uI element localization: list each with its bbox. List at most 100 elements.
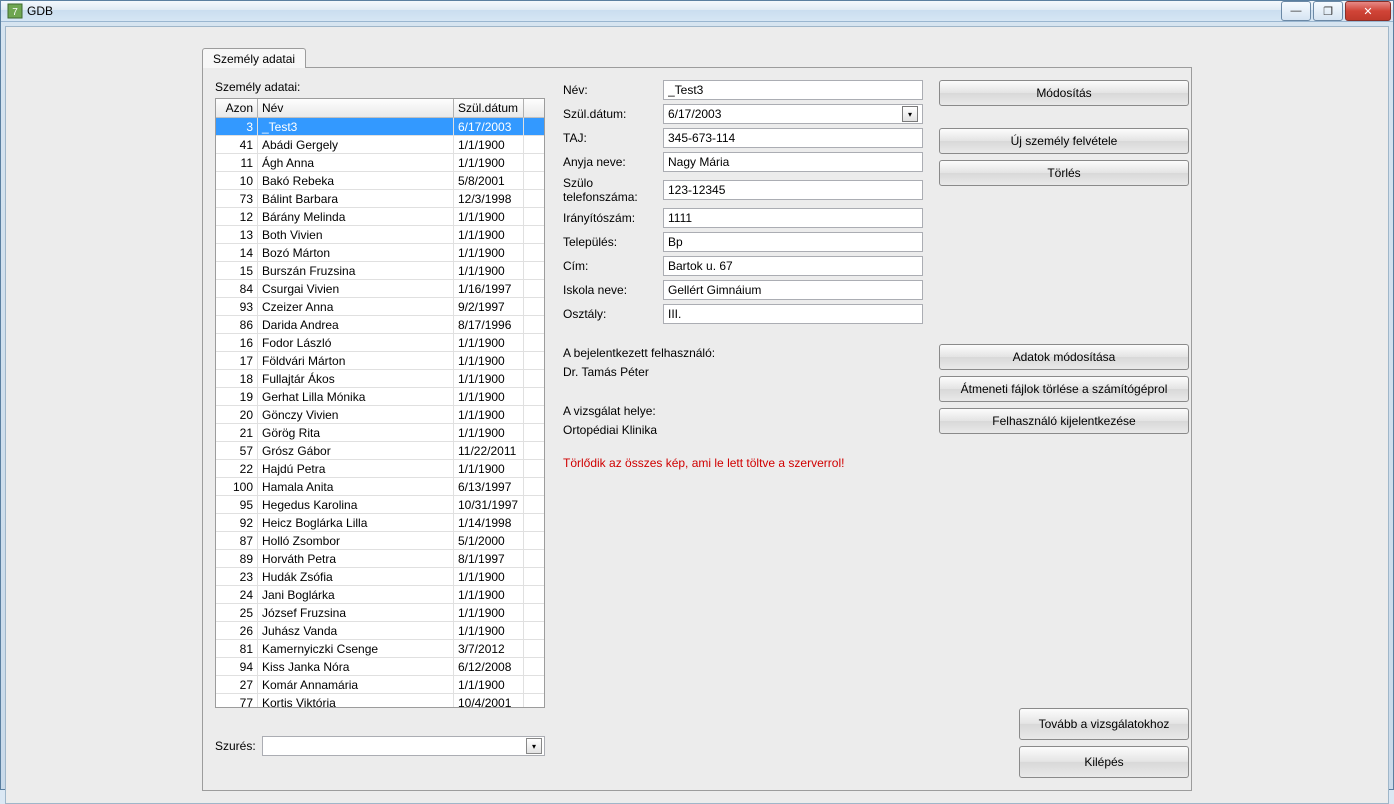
- cell-name: Fullajtár Ákos: [258, 370, 454, 388]
- table-row[interactable]: 11Ágh Anna1/1/1900: [216, 154, 544, 172]
- table-row[interactable]: 12Bárány Melinda1/1/1900: [216, 208, 544, 226]
- table-row[interactable]: 92Heicz Boglárka Lilla1/14/1998: [216, 514, 544, 532]
- input-szul[interactable]: 6/17/2003 ▾: [663, 104, 923, 124]
- table-row[interactable]: 81Kamernyiczki Csenge3/7/2012: [216, 640, 544, 658]
- cell-date: 1/1/1900: [454, 604, 524, 622]
- input-telep[interactable]: [663, 232, 923, 252]
- cell-name: Jani Boglárka: [258, 586, 454, 604]
- table-row[interactable]: 25József Fruzsina1/1/1900: [216, 604, 544, 622]
- cell-name: Földvári Márton: [258, 352, 454, 370]
- info-text: A bejelentkezett felhasználó: Dr. Tamás …: [563, 344, 923, 473]
- person-grid[interactable]: Azon Név Szül.dátum 3_Test36/17/200341Ab…: [215, 98, 545, 708]
- table-row[interactable]: 23Hudák Zsófia1/1/1900: [216, 568, 544, 586]
- exit-button[interactable]: Kilépés: [1019, 746, 1189, 778]
- grid-body[interactable]: 3_Test36/17/200341Abádi Gergely1/1/19001…: [216, 118, 544, 707]
- table-row[interactable]: 95Hegedus Karolina10/31/1997: [216, 496, 544, 514]
- cell-name: Kiss Janka Nóra: [258, 658, 454, 676]
- table-row[interactable]: 19Gerhat Lilla Mónika1/1/1900: [216, 388, 544, 406]
- input-osztaly[interactable]: [663, 304, 923, 324]
- table-row[interactable]: 26Juhász Vanda1/1/1900: [216, 622, 544, 640]
- filter-label: Szurés:: [215, 739, 256, 753]
- cell-id: 11: [216, 154, 258, 172]
- cell-date: 1/1/1900: [454, 370, 524, 388]
- cell-id: 21: [216, 424, 258, 442]
- logout-button[interactable]: Felhasználó kijelentkezése: [939, 408, 1189, 434]
- table-row[interactable]: 77Kortis Viktória10/4/2001: [216, 694, 544, 707]
- tabstrip: Személy adatai: [202, 45, 1388, 67]
- grid-header-id[interactable]: Azon: [216, 99, 258, 117]
- cell-id: 92: [216, 514, 258, 532]
- cell-name: Kamernyiczki Csenge: [258, 640, 454, 658]
- delete-temp-button[interactable]: Átmeneti fájlok törlése a számítógéprol: [939, 376, 1189, 402]
- input-nev[interactable]: [663, 80, 923, 100]
- input-anyja[interactable]: [663, 152, 923, 172]
- app-window: 7 GDB — ❐ ✕ Személy adatai Személy adata…: [0, 0, 1394, 790]
- cell-name: Hamala Anita: [258, 478, 454, 496]
- cell-date: 6/13/1997: [454, 478, 524, 496]
- cell-date: 6/17/2003: [454, 118, 524, 136]
- chevron-down-icon[interactable]: ▾: [526, 738, 542, 754]
- cell-name: Bakó Rebeka: [258, 172, 454, 190]
- table-row[interactable]: 100Hamala Anita6/13/1997: [216, 478, 544, 496]
- filter-combo[interactable]: ▾: [262, 736, 545, 756]
- place-value: Ortopédiai Klinika: [563, 421, 923, 440]
- table-row[interactable]: 86Darida Andrea8/17/1996: [216, 316, 544, 334]
- table-row[interactable]: 41Abádi Gergely1/1/1900: [216, 136, 544, 154]
- label-irsz: Irányítószám:: [563, 211, 663, 225]
- cell-name: Czeizer Anna: [258, 298, 454, 316]
- cell-id: 41: [216, 136, 258, 154]
- table-row[interactable]: 20Gönczy Vivien1/1/1900: [216, 406, 544, 424]
- cell-id: 12: [216, 208, 258, 226]
- table-row[interactable]: 22Hajdú Petra1/1/1900: [216, 460, 544, 478]
- delete-button[interactable]: Törlés: [939, 160, 1189, 186]
- table-row[interactable]: 93Czeizer Anna9/2/1997: [216, 298, 544, 316]
- input-cim[interactable]: [663, 256, 923, 276]
- table-row[interactable]: 73Bálint Barbara12/3/1998: [216, 190, 544, 208]
- table-row[interactable]: 84Csurgai Vivien1/16/1997: [216, 280, 544, 298]
- cell-name: Grósz Gábor: [258, 442, 454, 460]
- table-row[interactable]: 18Fullajtár Ákos1/1/1900: [216, 370, 544, 388]
- table-row[interactable]: 16Fodor László1/1/1900: [216, 334, 544, 352]
- close-button[interactable]: ✕: [1345, 1, 1391, 21]
- input-szul-text: 6/17/2003: [668, 107, 721, 121]
- input-irsz[interactable]: [663, 208, 923, 228]
- calendar-drop-icon[interactable]: ▾: [902, 106, 918, 122]
- continue-button[interactable]: Tovább a vizsgálatokhoz: [1019, 708, 1189, 740]
- table-row[interactable]: 87Holló Zsombor5/1/2000: [216, 532, 544, 550]
- cell-date: 11/22/2011: [454, 442, 524, 460]
- table-row[interactable]: 94Kiss Janka Nóra6/12/2008: [216, 658, 544, 676]
- cell-date: 10/4/2001: [454, 694, 524, 708]
- warning-text: Törlődik az összes kép, ami le lett tölt…: [563, 454, 923, 473]
- label-osztaly: Osztály:: [563, 307, 663, 321]
- tab-person-data[interactable]: Személy adatai: [202, 48, 306, 68]
- cell-id: 15: [216, 262, 258, 280]
- table-row[interactable]: 17Földvári Márton1/1/1900: [216, 352, 544, 370]
- table-row[interactable]: 15Burszán Fruzsina1/1/1900: [216, 262, 544, 280]
- modify-data-button[interactable]: Adatok módosítása: [939, 344, 1189, 370]
- table-row[interactable]: 21Görög Rita1/1/1900: [216, 424, 544, 442]
- cell-name: Abádi Gergely: [258, 136, 454, 154]
- cell-id: 81: [216, 640, 258, 658]
- minimize-button[interactable]: —: [1281, 1, 1311, 21]
- maximize-button[interactable]: ❐: [1313, 1, 1343, 21]
- table-row[interactable]: 13Both Vivien1/1/1900: [216, 226, 544, 244]
- new-person-button[interactable]: Új személy felvétele: [939, 128, 1189, 154]
- table-row[interactable]: 57Grósz Gábor11/22/2011: [216, 442, 544, 460]
- filter-row: Szurés: ▾: [215, 714, 545, 778]
- grid-header-name[interactable]: Név: [258, 99, 454, 117]
- input-iskola[interactable]: [663, 280, 923, 300]
- label-taj: TAJ:: [563, 131, 663, 145]
- table-row[interactable]: 14Bozó Márton1/1/1900: [216, 244, 544, 262]
- input-szulotel[interactable]: [663, 180, 923, 200]
- table-row[interactable]: 89Horváth Petra8/1/1997: [216, 550, 544, 568]
- modify-button[interactable]: Módosítás: [939, 80, 1189, 106]
- grid-header-date[interactable]: Szül.dátum: [454, 99, 524, 117]
- tabpage: Személy adatai: Azon Név Szül.dátum 3_Te…: [202, 67, 1192, 791]
- cell-id: 89: [216, 550, 258, 568]
- table-row[interactable]: 10Bakó Rebeka5/8/2001: [216, 172, 544, 190]
- input-taj[interactable]: [663, 128, 923, 148]
- table-row[interactable]: 3_Test36/17/2003: [216, 118, 544, 136]
- window-title: GDB: [27, 4, 1281, 18]
- table-row[interactable]: 27Komár Annamária1/1/1900: [216, 676, 544, 694]
- table-row[interactable]: 24Jani Boglárka1/1/1900: [216, 586, 544, 604]
